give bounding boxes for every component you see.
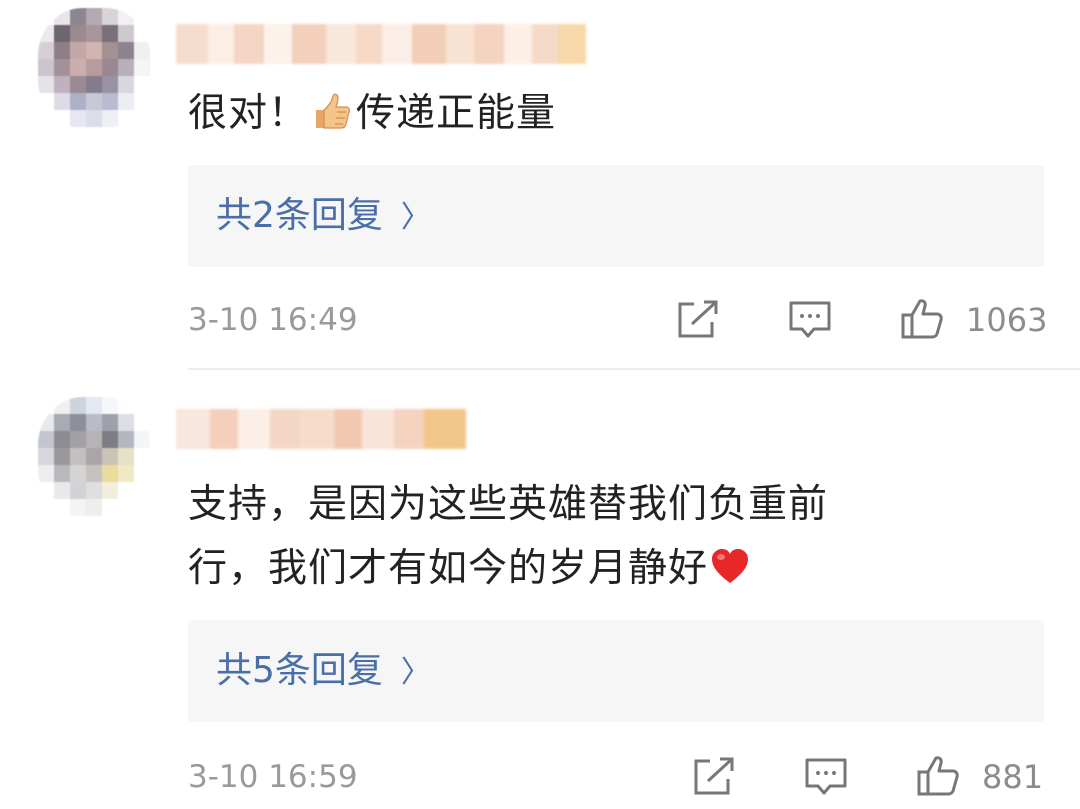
comment-text-part: 很对！ [188, 91, 309, 136]
like-count: 881 [982, 758, 1044, 796]
thumbs-up-emoji-icon [310, 90, 354, 134]
like-icon[interactable] [916, 753, 964, 797]
divider [188, 368, 1080, 370]
share-icon[interactable] [690, 755, 738, 799]
reply-summary[interactable]: 共5条回复〉 [188, 620, 1044, 722]
username-pixelated[interactable] [176, 409, 466, 449]
like-count: 1063 [966, 301, 1048, 339]
reply-summary[interactable]: 共2条回复〉 [188, 165, 1044, 267]
comment-icon[interactable] [786, 298, 834, 342]
comment-text-part: 传递正能量 [356, 91, 557, 136]
comment-text-line: 行，我们才有如今的岁月静好 [188, 546, 709, 591]
reply-count-label[interactable]: 共2条回复 [216, 195, 383, 236]
comment-item: 很对！ 传递正能量 共2条回复〉 3-10 16:49 1063 [0, 0, 1080, 370]
share-icon[interactable] [674, 298, 722, 342]
avatar[interactable] [38, 397, 150, 517]
red-heart-emoji-icon [710, 543, 750, 583]
comment-text: 很对！ 传递正能量 [188, 82, 556, 146]
comment-text: 支持，是因为这些英雄替我们负重前 行，我们才有如今的岁月静好 [188, 473, 828, 601]
comment-item: 支持，是因为这些英雄替我们负重前 行，我们才有如今的岁月静好 共5条回复〉 3-… [0, 375, 1080, 809]
chevron-right-icon: 〉 [400, 200, 431, 235]
username-pixelated[interactable] [176, 24, 586, 64]
chevron-right-icon: 〉 [400, 655, 431, 690]
comment-text-line: 支持，是因为这些英雄替我们负重前 [188, 482, 829, 527]
comment-timestamp: 3-10 16:49 [188, 302, 358, 338]
like-icon[interactable] [900, 296, 948, 340]
reply-count-label[interactable]: 共5条回复 [216, 650, 383, 691]
comment-timestamp: 3-10 16:59 [188, 759, 358, 795]
comment-icon[interactable] [802, 755, 850, 799]
avatar[interactable] [38, 8, 150, 128]
